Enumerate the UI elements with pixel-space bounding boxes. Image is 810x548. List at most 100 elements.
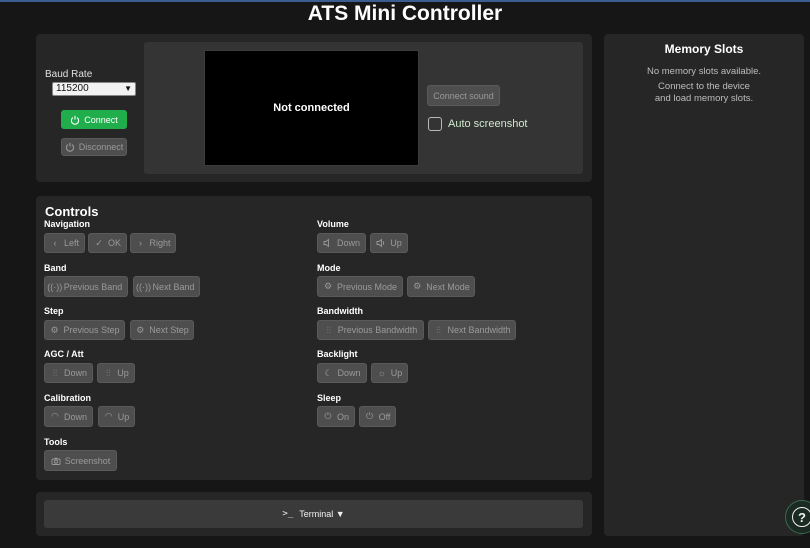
terminal-label: Terminal ▼ (299, 509, 345, 519)
connect-button[interactable]: Connect (61, 110, 127, 129)
question-icon: ? (792, 507, 810, 527)
disconnect-label: Disconnect (78, 142, 124, 152)
sleep-label: Sleep (317, 393, 342, 403)
sun-icon: ☼ (377, 368, 386, 378)
volume-down-button[interactable]: Down (317, 233, 366, 253)
calibration-up-label: Up (117, 411, 130, 422)
next-bandwidth-button[interactable]: ⫶⫶ Next Bandwidth (428, 320, 516, 340)
sleep-on-label: On (336, 411, 349, 422)
memory-empty-message: No memory slots available. (646, 66, 762, 77)
gauge-icon: ◠ (104, 411, 113, 421)
volume-up-icon (376, 238, 386, 248)
sleep-off-label: Off (378, 411, 391, 422)
disconnect-button[interactable]: Disconnect (61, 138, 127, 156)
memory-hint: Connect to the device and load memory sl… (604, 81, 804, 105)
next-step-button[interactable]: ⚙ Next Step (130, 320, 194, 340)
chevron-left-icon: ‹ (53, 238, 57, 248)
sliders-icon: ⫶⫶ (52, 367, 58, 378)
sliders-icon: ⫶⫶ (326, 324, 331, 335)
chevron-right-icon: › (138, 238, 142, 248)
previous-step-button[interactable]: ⚙ Previous Step (44, 320, 125, 340)
gear-icon: ⚙ (323, 281, 333, 291)
terminal-icon: >_ (282, 509, 294, 519)
broadcast-icon: ((·)) (135, 281, 151, 292)
backlight-down-button[interactable]: ☾ Down (317, 363, 367, 383)
connect-sound-button[interactable]: Connect sound (427, 85, 500, 106)
connect-label: Connect (84, 114, 118, 125)
sliders-icon: ⫶⫶ (105, 367, 111, 378)
backlight-label: Backlight (317, 349, 358, 359)
screenshot-label: Screenshot (64, 455, 111, 466)
auto-screenshot-checkbox[interactable] (428, 117, 442, 131)
previous-mode-label: Previous Mode (336, 281, 398, 292)
agc-att-label: AGC / Att (44, 349, 84, 359)
previous-bandwidth-button[interactable]: ⫶⫶ Previous Bandwidth (317, 320, 424, 340)
power-icon (65, 142, 75, 152)
volume-up-label: Up (390, 238, 402, 248)
volume-up-button[interactable]: Up (370, 233, 408, 253)
nav-left-button[interactable]: ‹ Left (44, 233, 85, 253)
previous-bandwidth-label: Previous Bandwidth (337, 325, 418, 335)
auto-screenshot-label: Auto screenshot (448, 118, 528, 130)
tools-label: Tools (44, 437, 68, 447)
next-band-label: Next Band (152, 281, 195, 292)
camera-icon (51, 456, 61, 466)
volume-down-label: Down (336, 238, 360, 248)
memory-hint-line-2: and load memory slots. (654, 93, 754, 104)
band-label: Band (44, 263, 67, 273)
nav-left-label: Left (63, 238, 79, 248)
previous-band-button[interactable]: ((·)) Previous Band (44, 276, 128, 297)
screen-area: Not connected Connect sound Auto screens… (144, 42, 583, 174)
nav-ok-button[interactable]: ✓ OK (88, 233, 127, 253)
connection-panel: Baud Rate 115200 ▼ Connect Disconnect No… (36, 34, 592, 182)
nav-right-button[interactable]: › Right (130, 233, 176, 253)
agc-up-button[interactable]: ⫶⫶ Up (97, 363, 135, 383)
navigation-label: Navigation (44, 219, 91, 229)
connect-sound-label: Connect sound (433, 90, 494, 101)
broadcast-icon: ((·)) (47, 281, 63, 292)
backlight-up-button[interactable]: ☼ Up (371, 363, 408, 383)
next-step-label: Next Step (149, 325, 189, 335)
previous-band-label: Previous Band (63, 281, 123, 292)
sleep-off-button[interactable]: ⏻ Off (359, 406, 396, 427)
calibration-label: Calibration (44, 393, 92, 403)
power-icon: ⏻ (324, 411, 332, 421)
baud-rate-select[interactable]: 115200 ▼ (52, 82, 136, 96)
previous-step-label: Previous Step (63, 325, 120, 335)
chevron-down-icon: ▼ (124, 84, 132, 93)
screenshot-button[interactable]: Screenshot (44, 450, 117, 471)
device-screen: Not connected (204, 50, 419, 166)
volume-label: Volume (317, 219, 349, 229)
gauge-icon: ◠ (51, 411, 59, 421)
memory-hint-line-1: Connect to the device (658, 81, 750, 92)
controls-panel: Controls Navigation ‹ Left ✓ OK › Right … (36, 196, 592, 480)
controls-title: Controls (45, 204, 99, 219)
sleep-on-button[interactable]: ⏻ On (317, 406, 355, 427)
power-icon (70, 115, 80, 125)
power-icon: ⏻ (366, 411, 374, 421)
next-bandwidth-label: Next Bandwidth (447, 325, 511, 335)
auto-screenshot-toggle[interactable]: Auto screenshot (428, 117, 528, 131)
terminal-toggle[interactable]: >_ Terminal ▼ (44, 500, 583, 528)
calibration-down-label: Down (63, 411, 87, 422)
bandwidth-label: Bandwidth (317, 306, 363, 316)
gear-icon: ⚙ (136, 324, 145, 335)
terminal-panel: >_ Terminal ▼ (36, 492, 592, 536)
next-band-button[interactable]: ((·)) Next Band (133, 276, 200, 297)
next-mode-label: Next Mode (426, 281, 470, 292)
next-mode-button[interactable]: ⚙ Next Mode (407, 276, 475, 297)
backlight-up-label: Up (390, 368, 403, 378)
calibration-down-button[interactable]: ◠ Down (44, 406, 93, 427)
screen-status: Not connected (273, 102, 350, 114)
agc-down-button[interactable]: ⫶⫶ Down (44, 363, 93, 383)
backlight-down-label: Down (337, 368, 361, 378)
baud-rate-label: Baud Rate (45, 69, 93, 80)
agc-up-label: Up (117, 368, 129, 378)
calibration-up-button[interactable]: ◠ Up (98, 406, 135, 427)
previous-mode-button[interactable]: ⚙ Previous Mode (317, 276, 403, 297)
mode-label: Mode (317, 263, 341, 273)
memory-slots-panel: Memory Slots No memory slots available. … (604, 34, 804, 536)
check-icon: ✓ (95, 237, 103, 248)
baud-rate-value: 115200 (56, 83, 89, 94)
sliders-icon: ⫶⫶ (436, 324, 441, 335)
